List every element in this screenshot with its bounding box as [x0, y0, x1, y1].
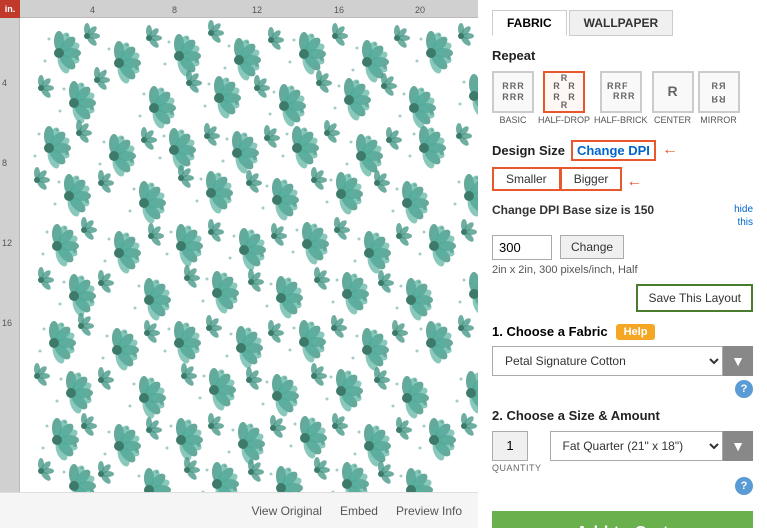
repeat-center-label: CENTER: [654, 115, 691, 126]
repeat-option-center[interactable]: R CENTER: [652, 71, 694, 126]
logo-badge: in.: [0, 0, 20, 18]
smaller-button[interactable]: Smaller: [492, 167, 560, 191]
ruler-top: 4 8 12 16 20: [20, 0, 478, 18]
tab-wallpaper[interactable]: WALLPAPER: [569, 10, 673, 36]
pattern-canvas: [20, 18, 478, 492]
view-original-link[interactable]: View Original: [251, 504, 321, 518]
tab-fabric[interactable]: FABRIC: [492, 10, 567, 36]
dpi-description: 2in x 2in, 300 pixels/inch, Half: [492, 264, 753, 276]
size-buttons: Smaller Bigger: [492, 167, 622, 191]
change-dpi-link[interactable]: Change DPI: [571, 140, 656, 161]
tab-bar: FABRIC WALLPAPER: [492, 10, 753, 36]
fabric-select-arrow[interactable]: ▼: [723, 346, 753, 376]
repeat-basic-label: BASIC: [499, 115, 526, 126]
design-size-row: Design Size Change DPI ←: [492, 140, 753, 161]
dpi-input[interactable]: [492, 235, 552, 260]
size-select[interactable]: Fat Quarter (21" x 18"): [550, 431, 723, 461]
size-help-icon[interactable]: ?: [735, 477, 753, 495]
dpi-input-row: Change: [492, 235, 753, 260]
quantity-group: QUANTITY: [492, 431, 542, 473]
choose-fabric-label: 1. Choose a Fabric Help: [492, 324, 753, 340]
choose-size-label: 2. Choose a Size & Amount: [492, 408, 753, 423]
bottom-toolbar: View Original Embed Preview Info: [0, 492, 478, 528]
fabric-select[interactable]: Petal Signature Cotton: [492, 346, 723, 376]
size-select-arrow[interactable]: ▼: [723, 431, 753, 461]
bigger-button[interactable]: Bigger: [560, 167, 623, 191]
quantity-input[interactable]: [492, 431, 528, 461]
embed-link[interactable]: Embed: [340, 504, 378, 518]
repeat-option-half-brick[interactable]: RRF RRR HALF-BRICK: [594, 71, 648, 126]
arrow2-icon: ←: [626, 173, 642, 191]
repeat-mirror-label: MIRROR: [700, 115, 737, 126]
save-layout-button[interactable]: Save This Layout: [636, 284, 753, 312]
hide-this-link[interactable]: hidethis: [734, 203, 753, 229]
add-to-cart-button[interactable]: Add to Cart: [492, 511, 753, 528]
quantity-label: QUANTITY: [492, 463, 542, 473]
design-size-label: Design Size: [492, 143, 565, 158]
dpi-info-row: Change DPI Base size is 150 hidethis: [492, 203, 753, 229]
fabric-select-row: Petal Signature Cotton ▼: [492, 346, 753, 376]
right-panel: FABRIC WALLPAPER Repeat RRR RRR BASIC RR…: [478, 0, 767, 528]
pattern-preview: in. 4 8 12 16 20 4 8 12 16: [0, 0, 478, 528]
dpi-base-text: Change DPI Base size is 150: [492, 203, 654, 217]
preview-info-link[interactable]: Preview Info: [396, 504, 462, 518]
repeat-label: Repeat: [492, 48, 753, 63]
repeat-half-drop-label: HALF-DROP: [538, 115, 590, 126]
change-dpi-button[interactable]: Change: [560, 235, 624, 259]
repeat-half-brick-label: HALF-BRICK: [594, 115, 648, 126]
arrow-icon: ←: [662, 141, 678, 159]
ruler-left: 4 8 12 16: [0, 18, 20, 492]
repeat-option-basic[interactable]: RRR RRR BASIC: [492, 71, 534, 126]
repeat-options: RRR RRR BASIC RRR RRR HALF-DROP RRF RRR: [492, 71, 753, 126]
size-question: ?: [492, 477, 753, 495]
repeat-option-mirror[interactable]: RR RR MIRROR: [698, 71, 740, 126]
fabric-question: ?: [492, 380, 753, 398]
fabric-help-icon[interactable]: ?: [735, 380, 753, 398]
help-badge[interactable]: Help: [616, 324, 656, 340]
repeat-option-half-drop[interactable]: RRR RRR HALF-DROP: [538, 71, 590, 126]
